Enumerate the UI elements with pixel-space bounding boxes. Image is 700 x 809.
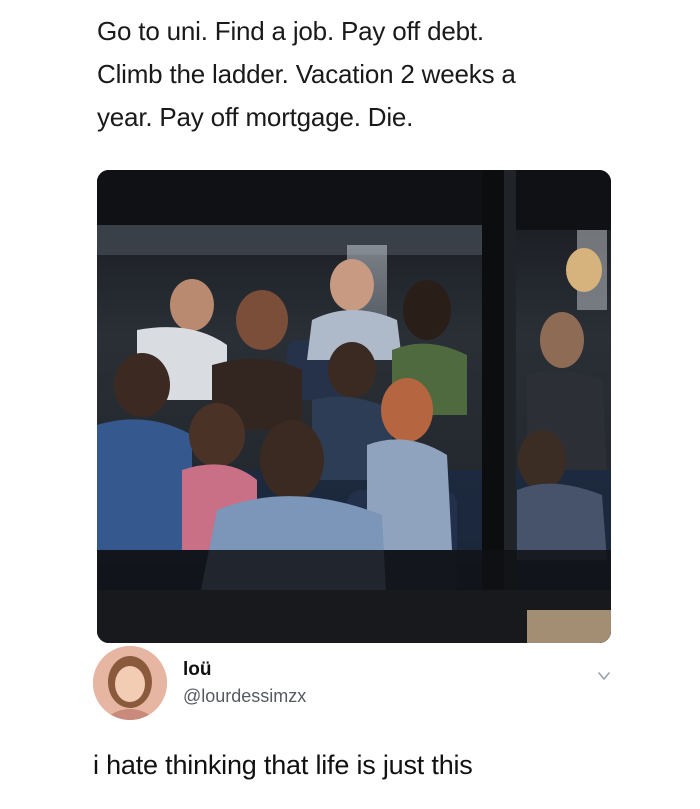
chevron-down-icon[interactable]: [596, 668, 612, 684]
caption-line: year. Pay off mortgage. Die.: [97, 102, 414, 132]
avatar[interactable]: [93, 646, 167, 720]
caption-line: Climb the ladder. Vacation 2 weeks a: [97, 59, 516, 89]
commuters-photo: [97, 170, 611, 643]
meme-caption: Go to uni. Find a job. Pay off debt. Cli…: [97, 10, 617, 139]
user-handle[interactable]: @lourdessimzx: [183, 686, 306, 707]
tweet-text: i hate thinking that life is just this: [93, 750, 473, 780]
caption-line: Go to uni. Find a job. Pay off debt.: [97, 16, 484, 46]
display-name[interactable]: loü: [183, 659, 212, 681]
tweet-author: loü @lourdessimzx: [93, 646, 633, 726]
